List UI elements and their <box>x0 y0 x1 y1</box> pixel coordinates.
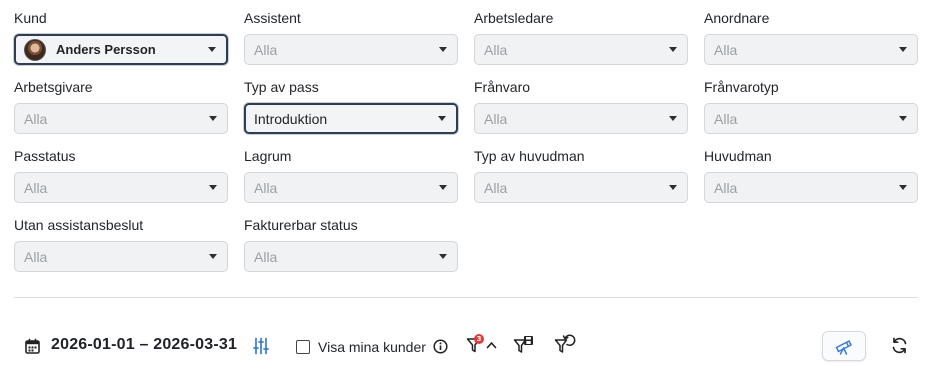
chevron-down-icon <box>208 47 216 52</box>
refresh-icon[interactable] <box>891 337 908 354</box>
filter-select-typ-av-pass[interactable]: Introduktion <box>244 103 458 134</box>
filter-select-franvarotyp[interactable]: Alla <box>704 103 918 134</box>
filter-select-utan-assistansbeslut[interactable]: Alla <box>14 241 228 272</box>
avatar <box>24 38 46 61</box>
chevron-down-icon <box>439 47 447 52</box>
my-customers-label: Visa mina kunder <box>318 339 426 355</box>
filter-assistent: Assistent Alla <box>244 10 458 65</box>
filter-typ-av-pass: Typ av pass Introduktion <box>244 79 458 134</box>
filter-franvaro: Frånvaro Alla <box>474 79 688 134</box>
date-range[interactable]: 2026-01-01 – 2026-03-31 <box>51 336 237 354</box>
filter-anordnare: Anordnare Alla <box>704 10 918 65</box>
filter-value: Alla <box>484 41 508 58</box>
filter-select-typ-av-huvudman[interactable]: Alla <box>474 172 688 203</box>
filter-label: Fakturerbar status <box>244 217 358 233</box>
my-customers-checkbox[interactable] <box>296 340 310 354</box>
filter-grid: Kund Anders Persson Assistent Alla Arbetsled… <box>14 10 918 272</box>
my-customers-toggle[interactable]: Visa mina kunder <box>296 339 426 355</box>
chevron-down-icon <box>669 185 677 190</box>
filter-huvudman: Huvudman Alla <box>704 148 918 203</box>
chevron-down-icon <box>209 116 217 121</box>
filter-value: Alla <box>24 110 48 127</box>
filter-select-franvaro[interactable]: Alla <box>474 103 688 134</box>
filter-label: Assistent <box>244 10 301 26</box>
filter-value: Alla <box>254 179 278 196</box>
filter-arbetsledare: Arbetsledare Alla <box>474 10 688 65</box>
filter-select-huvudman[interactable]: Alla <box>704 172 918 203</box>
filter-value: Alla <box>24 248 48 265</box>
filter-select-arbetsledare[interactable]: Alla <box>474 34 688 65</box>
filter-value: Alla <box>714 110 738 127</box>
chevron-up-icon[interactable] <box>486 341 497 349</box>
filter-select-assistent[interactable]: Alla <box>244 34 458 65</box>
chevron-down-icon <box>899 47 907 52</box>
chevron-down-icon <box>439 254 447 259</box>
sliders-icon[interactable] <box>253 337 269 355</box>
filter-value: Alla <box>484 179 508 196</box>
filter-lagrum: Lagrum Alla <box>244 148 458 203</box>
filter-label: Huvudman <box>704 148 772 164</box>
chevron-down-icon <box>669 116 677 121</box>
filter-label: Kund <box>14 10 47 26</box>
filter-franvarotyp: Frånvarotyp Alla <box>704 79 918 134</box>
filter-value: Anders Persson <box>56 42 156 57</box>
telescope-icon <box>834 337 854 355</box>
chevron-down-icon <box>438 116 446 121</box>
info-icon[interactable] <box>433 339 448 354</box>
filter-label: Passtatus <box>14 148 76 164</box>
filter-value: Alla <box>254 248 278 265</box>
filter-select-arbetsgivare[interactable]: Alla <box>14 103 228 134</box>
chevron-down-icon <box>209 254 217 259</box>
chevron-down-icon <box>439 185 447 190</box>
filter-label: Frånvarotyp <box>704 79 779 95</box>
filter-value: Alla <box>714 179 738 196</box>
filter-kund: Kund Anders Persson <box>14 10 228 65</box>
filter-count-badge: 3 <box>474 334 484 344</box>
filter-value: Alla <box>484 110 508 127</box>
filter-select-passtatus[interactable]: Alla <box>14 172 228 203</box>
filter-select-anordnare[interactable]: Alla <box>704 34 918 65</box>
filter-label: Typ av pass <box>244 79 319 95</box>
filter-value: Alla <box>714 41 738 58</box>
filter-icon[interactable]: 3 <box>466 334 484 354</box>
filter-label: Frånvaro <box>474 79 531 95</box>
filter-label: Typ av huvudman <box>474 148 585 164</box>
filter-label: Anordnare <box>704 10 770 26</box>
filter-select-fakturerbar-status[interactable]: Alla <box>244 241 458 272</box>
chevron-down-icon <box>899 185 907 190</box>
telescope-button[interactable] <box>822 331 866 361</box>
filter-label: Arbetsgivare <box>14 79 93 95</box>
filter-label: Utan assistansbeslut <box>14 217 144 233</box>
calendar-icon[interactable] <box>25 338 40 354</box>
chevron-down-icon <box>899 116 907 121</box>
filter-fakturerbar-status: Fakturerbar status Alla <box>244 217 458 272</box>
filter-value: Alla <box>254 41 278 58</box>
filter-label: Arbetsledare <box>474 10 554 26</box>
filter-select-kund[interactable]: Anders Persson <box>14 34 228 65</box>
divider <box>14 297 918 298</box>
filter-value: Alla <box>24 179 48 196</box>
filter-label: Lagrum <box>244 148 292 164</box>
filter-save-icon[interactable] <box>513 335 535 355</box>
chevron-down-icon <box>669 47 677 52</box>
filter-reset-icon[interactable] <box>554 334 576 355</box>
filter-select-lagrum[interactable]: Alla <box>244 172 458 203</box>
filter-utan-assistansbeslut: Utan assistansbeslut Alla <box>14 217 228 272</box>
filter-passtatus: Passtatus Alla <box>14 148 228 203</box>
filter-arbetsgivare: Arbetsgivare Alla <box>14 79 228 134</box>
filter-typ-av-huvudman: Typ av huvudman Alla <box>474 148 688 203</box>
filter-value: Introduktion <box>254 110 328 127</box>
toolbar: 2026-01-01 – 2026-03-31 Visa mina kunder <box>14 330 918 362</box>
chevron-down-icon <box>209 185 217 190</box>
